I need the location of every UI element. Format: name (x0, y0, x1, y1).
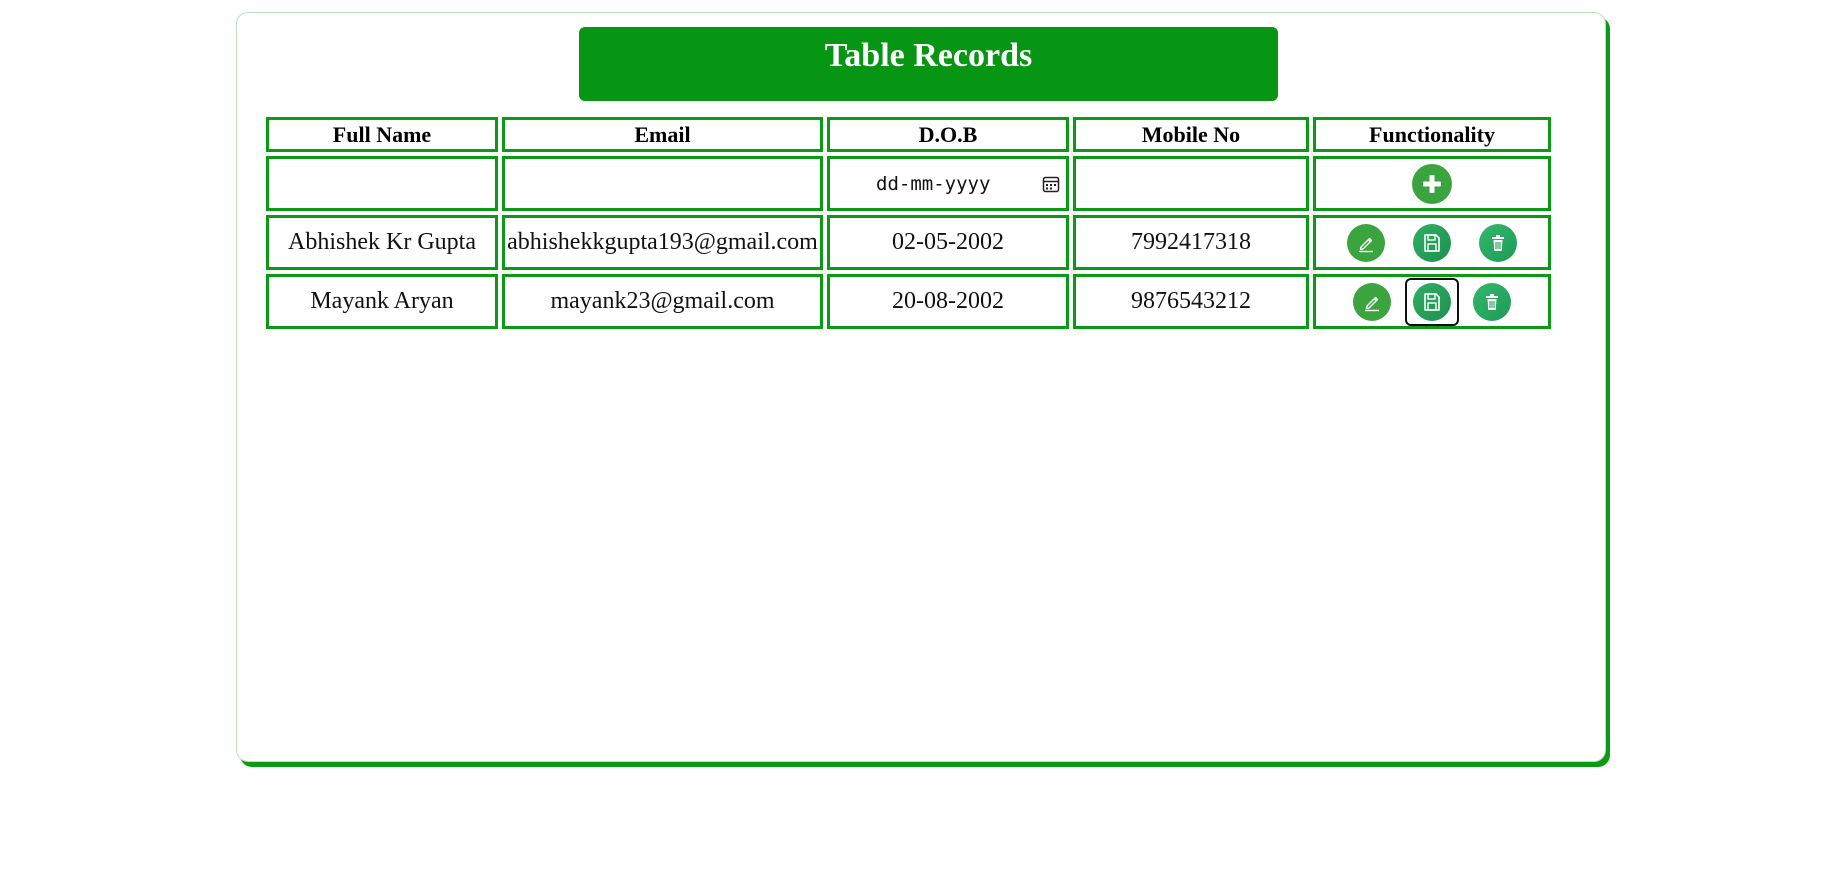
column-header-email: Email (502, 117, 823, 152)
calendar-icon[interactable] (1042, 175, 1060, 193)
cell-functionality (1313, 215, 1551, 270)
add-record-button[interactable] (1412, 163, 1452, 204)
column-header-dob: D.O.B (827, 117, 1069, 152)
full-name-input[interactable] (266, 156, 498, 211)
floppy-disk-icon (1424, 233, 1440, 252)
column-header-mobile: Mobile No (1073, 117, 1309, 152)
email-input[interactable] (502, 156, 823, 211)
table-row: Mayank Aryan mayank23@gmail.com 20-08-20… (266, 274, 1551, 329)
cell-dob: 20-08-2002 (827, 274, 1069, 329)
edit-button[interactable] (1347, 223, 1385, 262)
cell-full-name: Mayank Aryan (266, 274, 498, 329)
page-title: Table Records (824, 37, 1033, 74)
trash-icon (1492, 234, 1504, 251)
save-button-focus-ring (1405, 277, 1459, 326)
cell-email: abhishekkgupta193@gmail.com (502, 215, 823, 270)
cell-functionality (1313, 274, 1551, 329)
title-banner: Table Records (579, 27, 1278, 101)
pencil-icon (1365, 296, 1379, 311)
floppy-disk-icon (1424, 292, 1440, 311)
add-cell (1313, 156, 1551, 211)
cell-mobile: 9876543212 (1073, 274, 1309, 329)
trash-icon (1486, 293, 1498, 310)
dob-date-input[interactable]: dd-mm-yyyy (827, 156, 1069, 211)
cell-email: mayank23@gmail.com (502, 274, 823, 329)
records-card: Table Records Full Name Email D.O.B Mobi… (236, 12, 1606, 762)
new-record-input-row: dd-mm-yyyy (266, 156, 1551, 211)
table-row: Abhishek Kr Gupta abhishekkgupta193@gmai… (266, 215, 1551, 270)
plus-icon (1423, 174, 1441, 193)
column-header-full-name: Full Name (266, 117, 498, 152)
dob-placeholder: dd-mm-yyyy (876, 172, 991, 195)
delete-button[interactable] (1479, 223, 1517, 262)
cell-dob: 02-05-2002 (827, 215, 1069, 270)
edit-button[interactable] (1353, 282, 1391, 321)
table-header-row: Full Name Email D.O.B Mobile No Function… (266, 117, 1551, 152)
cell-mobile: 7992417318 (1073, 215, 1309, 270)
save-button[interactable] (1413, 223, 1451, 262)
pencil-icon (1359, 237, 1373, 252)
delete-button[interactable] (1473, 282, 1511, 321)
save-button[interactable] (1413, 282, 1451, 321)
cell-full-name: Abhishek Kr Gupta (266, 215, 498, 270)
mobile-input[interactable] (1073, 156, 1309, 211)
records-table: Full Name Email D.O.B Mobile No Function… (262, 113, 1555, 333)
column-header-functionality: Functionality (1313, 117, 1551, 152)
